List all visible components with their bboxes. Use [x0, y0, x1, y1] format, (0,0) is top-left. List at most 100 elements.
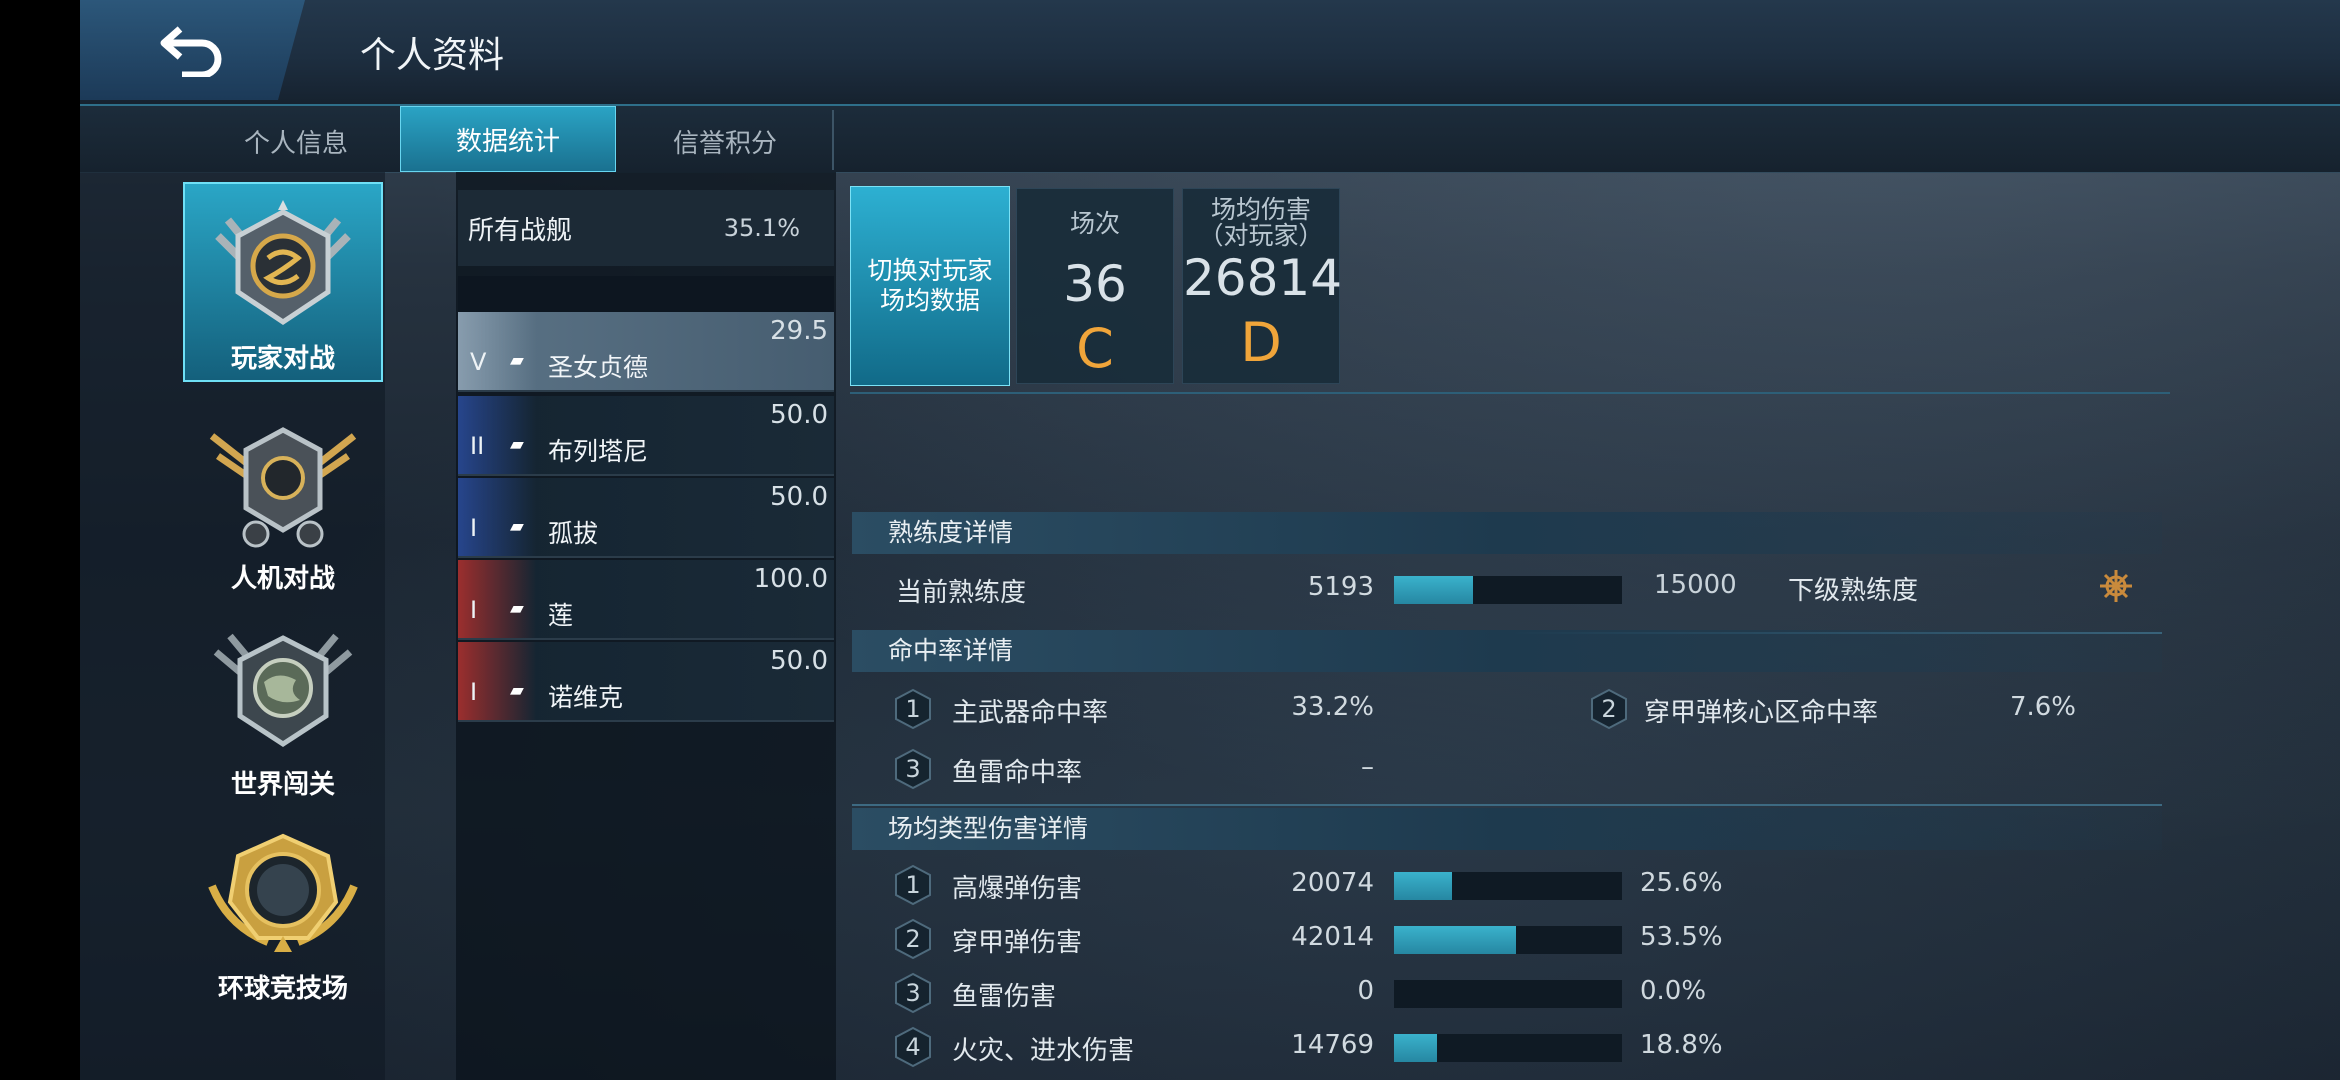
- ship-value: 29.5: [770, 316, 828, 346]
- ship-name: 诺维克: [548, 683, 624, 712]
- world-emblem-icon: [213, 633, 353, 747]
- next-proficiency-value: 15000: [1654, 570, 1737, 600]
- damage-percent: 25.6%: [1640, 868, 1723, 898]
- ship-tier: II: [470, 432, 485, 460]
- ship-tier: I: [470, 514, 478, 542]
- switch-player-average-button[interactable]: 切换对玩家场均数据: [850, 186, 1010, 386]
- hit-rate-section-title: 命中率详情: [852, 630, 2162, 672]
- damage-value: 14769: [1291, 1030, 1374, 1060]
- index-number: 4: [905, 1033, 921, 1061]
- avg-damage-card: 场均伤害 （对玩家） 26814 D: [1182, 188, 1343, 384]
- ship-row[interactable]: I ▰ 孤拔 50.0: [458, 478, 834, 558]
- index-badge: 1: [892, 688, 934, 730]
- index-number: 3: [905, 755, 921, 783]
- damage-share-bar-fill: [1394, 926, 1516, 954]
- ship-helm-icon[interactable]: [2098, 568, 2134, 604]
- all-ships-label: 所有战舰: [468, 215, 573, 246]
- tab-statistics[interactable]: 数据统计: [400, 106, 616, 172]
- section-divider: [852, 804, 2162, 806]
- card-title: 场均伤害: [1210, 195, 1311, 224]
- damage-percent: 53.5%: [1640, 922, 1723, 952]
- ship-tier: I: [470, 596, 478, 624]
- list-spacer: [458, 276, 834, 312]
- ship-class-icon: ▰: [510, 598, 524, 619]
- damage-percent: 18.8%: [1640, 1030, 1723, 1060]
- mode-label: 世界闯关: [230, 770, 335, 800]
- ship-row[interactable]: II ▰ 布列塔尼 50.0: [458, 396, 834, 476]
- page-title: 个人资料: [360, 35, 505, 76]
- all-ships-value: 35.1%: [723, 214, 800, 242]
- ship-name: 圣女贞德: [548, 353, 649, 382]
- index-number: 1: [905, 871, 921, 899]
- mode-pvp[interactable]: 玩家对战: [183, 182, 383, 382]
- ship-name: 莲: [548, 601, 574, 630]
- ship-value: 50.0: [770, 646, 828, 676]
- tab-credit-score[interactable]: 信誉积分: [620, 108, 830, 174]
- ship-class-icon: ▰: [510, 516, 524, 537]
- damage-share-bar: [1394, 980, 1622, 1008]
- proficiency-bar-fill: [1394, 576, 1473, 604]
- index-badge: 4: [892, 1026, 934, 1068]
- tab-label: 信誉积分: [672, 128, 777, 159]
- index-number: 3: [905, 979, 921, 1007]
- tab-divider: [832, 110, 834, 170]
- tab-label: 数据统计: [455, 126, 560, 157]
- screen-edge: [0, 0, 80, 1080]
- index-badge: 2: [892, 918, 934, 960]
- ship-value: 50.0: [770, 482, 828, 512]
- damage-share-bar-fill: [1394, 872, 1452, 900]
- mode-world[interactable]: 世界闯关: [183, 610, 383, 810]
- index-badge: 3: [892, 748, 934, 790]
- proficiency-bar: [1394, 576, 1622, 604]
- arena-emblem-icon: [208, 833, 358, 952]
- ship-row[interactable]: V ▰ 圣女贞德 29.5: [458, 312, 834, 392]
- damage-value: 20074: [1291, 868, 1374, 898]
- hit-rate-label: 穿甲弹核心区命中率: [1644, 698, 1879, 728]
- hit-rate-value: –: [1361, 752, 1374, 782]
- index-badge: 1: [892, 864, 934, 906]
- back-button[interactable]: [80, 0, 305, 100]
- mode-label: 人机对战: [230, 564, 335, 594]
- index-number: 2: [905, 925, 921, 953]
- index-number: 2: [1601, 695, 1617, 723]
- damage-value: 0: [1357, 976, 1374, 1006]
- damage-type-label: 火灾、进水伤害: [952, 1036, 1135, 1066]
- hit-rate-label: 主武器命中率: [952, 698, 1109, 728]
- current-proficiency-value: 5193: [1307, 572, 1374, 602]
- ship-row[interactable]: I ▰ 莲 100.0: [458, 560, 834, 640]
- mode-arena[interactable]: 环球竞技场: [183, 814, 383, 1014]
- tab-personal-info[interactable]: 个人信息: [196, 108, 396, 174]
- damage-section-title: 场均类型伤害详情: [852, 808, 2162, 850]
- pvp-emblem-icon: [215, 200, 351, 326]
- ship-class-icon: ▰: [510, 434, 524, 455]
- ship-row[interactable]: I ▰ 诺维克 50.0: [458, 642, 834, 722]
- damage-share-bar: [1394, 872, 1622, 900]
- hit-rate-value: 33.2%: [1291, 692, 1374, 722]
- ship-tier: V: [470, 348, 487, 376]
- mode-pve[interactable]: 人机对战: [183, 404, 383, 604]
- ship-name: 布列塔尼: [548, 437, 649, 466]
- damage-value: 42014: [1291, 922, 1374, 952]
- damage-share-bar-fill: [1394, 1034, 1437, 1062]
- current-proficiency-label: 当前熟练度: [896, 578, 1027, 608]
- tab-label: 个人信息: [243, 128, 348, 159]
- card-value: 26814: [1183, 249, 1343, 307]
- pve-emblem-icon: [209, 427, 357, 548]
- card-grade: D: [1240, 311, 1282, 374]
- hit-rate-label: 鱼雷命中率: [952, 758, 1083, 788]
- index-badge: 2: [1588, 688, 1630, 730]
- ship-tier: I: [470, 678, 478, 706]
- card-subtitle: （对玩家）: [1198, 221, 1324, 250]
- back-arrow-icon: [160, 26, 221, 77]
- damage-type-label: 高爆弹伤害: [952, 874, 1083, 904]
- proficiency-section-title: 熟练度详情: [852, 512, 2162, 554]
- ship-value: 100.0: [753, 564, 828, 594]
- damage-type-label: 穿甲弹伤害: [952, 928, 1083, 958]
- card-title: 场次: [1069, 209, 1120, 238]
- next-proficiency-label: 下级熟练度: [1788, 576, 1919, 606]
- card-value: 36: [1063, 255, 1127, 313]
- cards-divider: [850, 392, 2170, 394]
- ship-value: 50.0: [770, 400, 828, 430]
- all-ships-row[interactable]: 所有战舰 35.1%: [458, 190, 834, 266]
- hit-rate-value: 7.6%: [2009, 692, 2076, 722]
